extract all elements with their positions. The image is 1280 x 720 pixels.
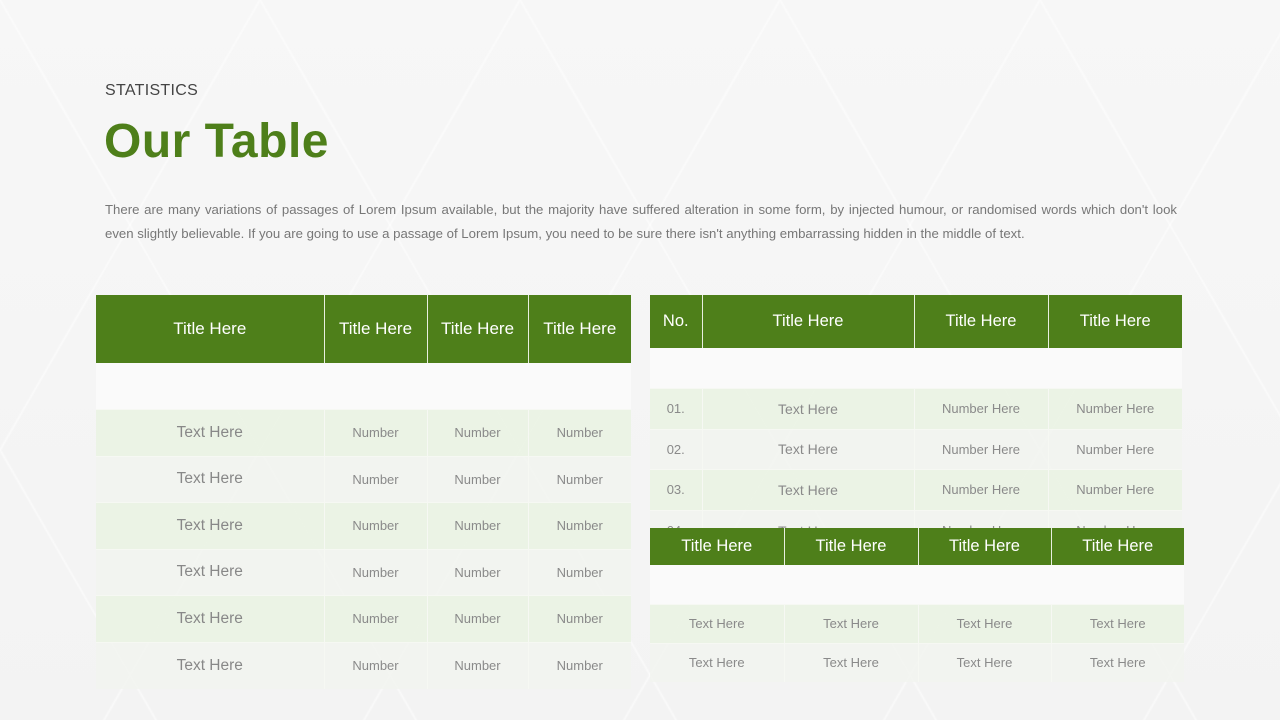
table-cell: Number (324, 455, 428, 503)
row-number: 01. (650, 388, 703, 429)
column-header-number: No. (650, 295, 703, 348)
description: There are many variations of passages of… (105, 202, 1177, 241)
table-cell: Text Here (96, 641, 325, 689)
column-header: Title Here (650, 528, 785, 565)
table-cell: Number (427, 502, 529, 549)
table-row: Text Here Number Number Number (96, 502, 631, 549)
table-cell: Number (427, 641, 529, 689)
table-row: Text Here Number Number Number (96, 455, 631, 503)
table-header-row: Title Here Title Here Title Here Title H… (96, 295, 631, 363)
table-cell: Number (324, 502, 428, 549)
page-title: Our Table (104, 115, 329, 168)
table-cell: Number (528, 455, 631, 503)
column-header: Title Here (784, 528, 919, 565)
table-cell: Text Here (918, 642, 1052, 682)
table-cell: Number (324, 548, 428, 596)
table-cell: Text Here (702, 469, 915, 510)
table-cell: Number (324, 641, 428, 689)
table-cell: Text Here (96, 409, 325, 456)
table-cell: Text Here (784, 603, 919, 643)
table-cell: Number Here (914, 388, 1049, 429)
table-cell: Number (427, 548, 529, 596)
table-cell: Number (528, 595, 631, 642)
table-row: Text Here Number Number Number (96, 641, 631, 689)
table-cell: Number Here (1048, 388, 1182, 429)
table-cell: Text Here (96, 548, 325, 596)
column-header: Title Here (918, 528, 1052, 565)
column-header: Title Here (914, 295, 1049, 348)
column-header: Title Here (96, 295, 325, 363)
column-header: Title Here (1051, 528, 1184, 565)
table-cell: Number Here (914, 469, 1049, 510)
table-row: 03. Text Here Number Here Number Here (650, 469, 1182, 510)
table-header-row: No. Title Here Title Here Title Here (650, 295, 1182, 348)
table-cell: Number (528, 502, 631, 549)
column-header: Title Here (1048, 295, 1182, 348)
table-cell: Text Here (650, 642, 785, 682)
column-header: Title Here (528, 295, 631, 363)
table-cell: Text Here (650, 603, 785, 643)
table-cell: Number (427, 455, 529, 503)
column-header: Title Here (324, 295, 428, 363)
table-row: 01. Text Here Number Here Number Here (650, 388, 1182, 429)
row-number: 03. (650, 469, 703, 510)
table-row: Text Here Number Number Number (96, 409, 631, 456)
table-cell: Number (324, 595, 428, 642)
table-right-top: No. Title Here Title Here Title Here 01.… (650, 295, 1182, 551)
table-cell: Text Here (918, 603, 1052, 643)
table-row: Text Here Number Number Number (96, 548, 631, 596)
table-cell: Text Here (96, 502, 325, 549)
column-header: Title Here (427, 295, 529, 363)
table-cell: Text Here (702, 388, 915, 429)
table-cell: Number Here (1048, 469, 1182, 510)
table-cell: Number (528, 409, 631, 456)
table-cell: Text Here (96, 595, 325, 642)
table-cell: Text Here (96, 455, 325, 503)
table-row: Text Here Text Here Text Here Text Here (650, 642, 1184, 682)
column-header: Title Here (702, 295, 915, 348)
table-cell: Text Here (784, 642, 919, 682)
table-cell: Number Here (914, 428, 1049, 470)
table-cell: Text Here (1051, 642, 1184, 682)
table-cell: Number (528, 548, 631, 596)
table-left: Title Here Title Here Title Here Title H… (96, 295, 631, 689)
table-row: Text Here Text Here Text Here Text Here (650, 603, 1184, 643)
table-cell: Text Here (702, 428, 915, 470)
table-cell: Number (427, 409, 529, 456)
row-number: 02. (650, 428, 703, 470)
table-header-row: Title Here Title Here Title Here Title H… (650, 528, 1184, 565)
table-cell: Number Here (1048, 428, 1182, 470)
table-cell: Text Here (1051, 603, 1184, 643)
slide: STATISTICS Our Table There are many vari… (0, 0, 1280, 720)
table-cell: Number (324, 409, 428, 456)
table-cell: Number (427, 595, 529, 642)
table-cell: Number (528, 641, 631, 689)
section-eyebrow: STATISTICS (105, 82, 199, 99)
table-row: 02. Text Here Number Here Number Here (650, 428, 1182, 470)
table-row: Text Here Number Number Number (96, 595, 631, 642)
table-right-bottom: Title Here Title Here Title Here Title H… (650, 528, 1184, 682)
